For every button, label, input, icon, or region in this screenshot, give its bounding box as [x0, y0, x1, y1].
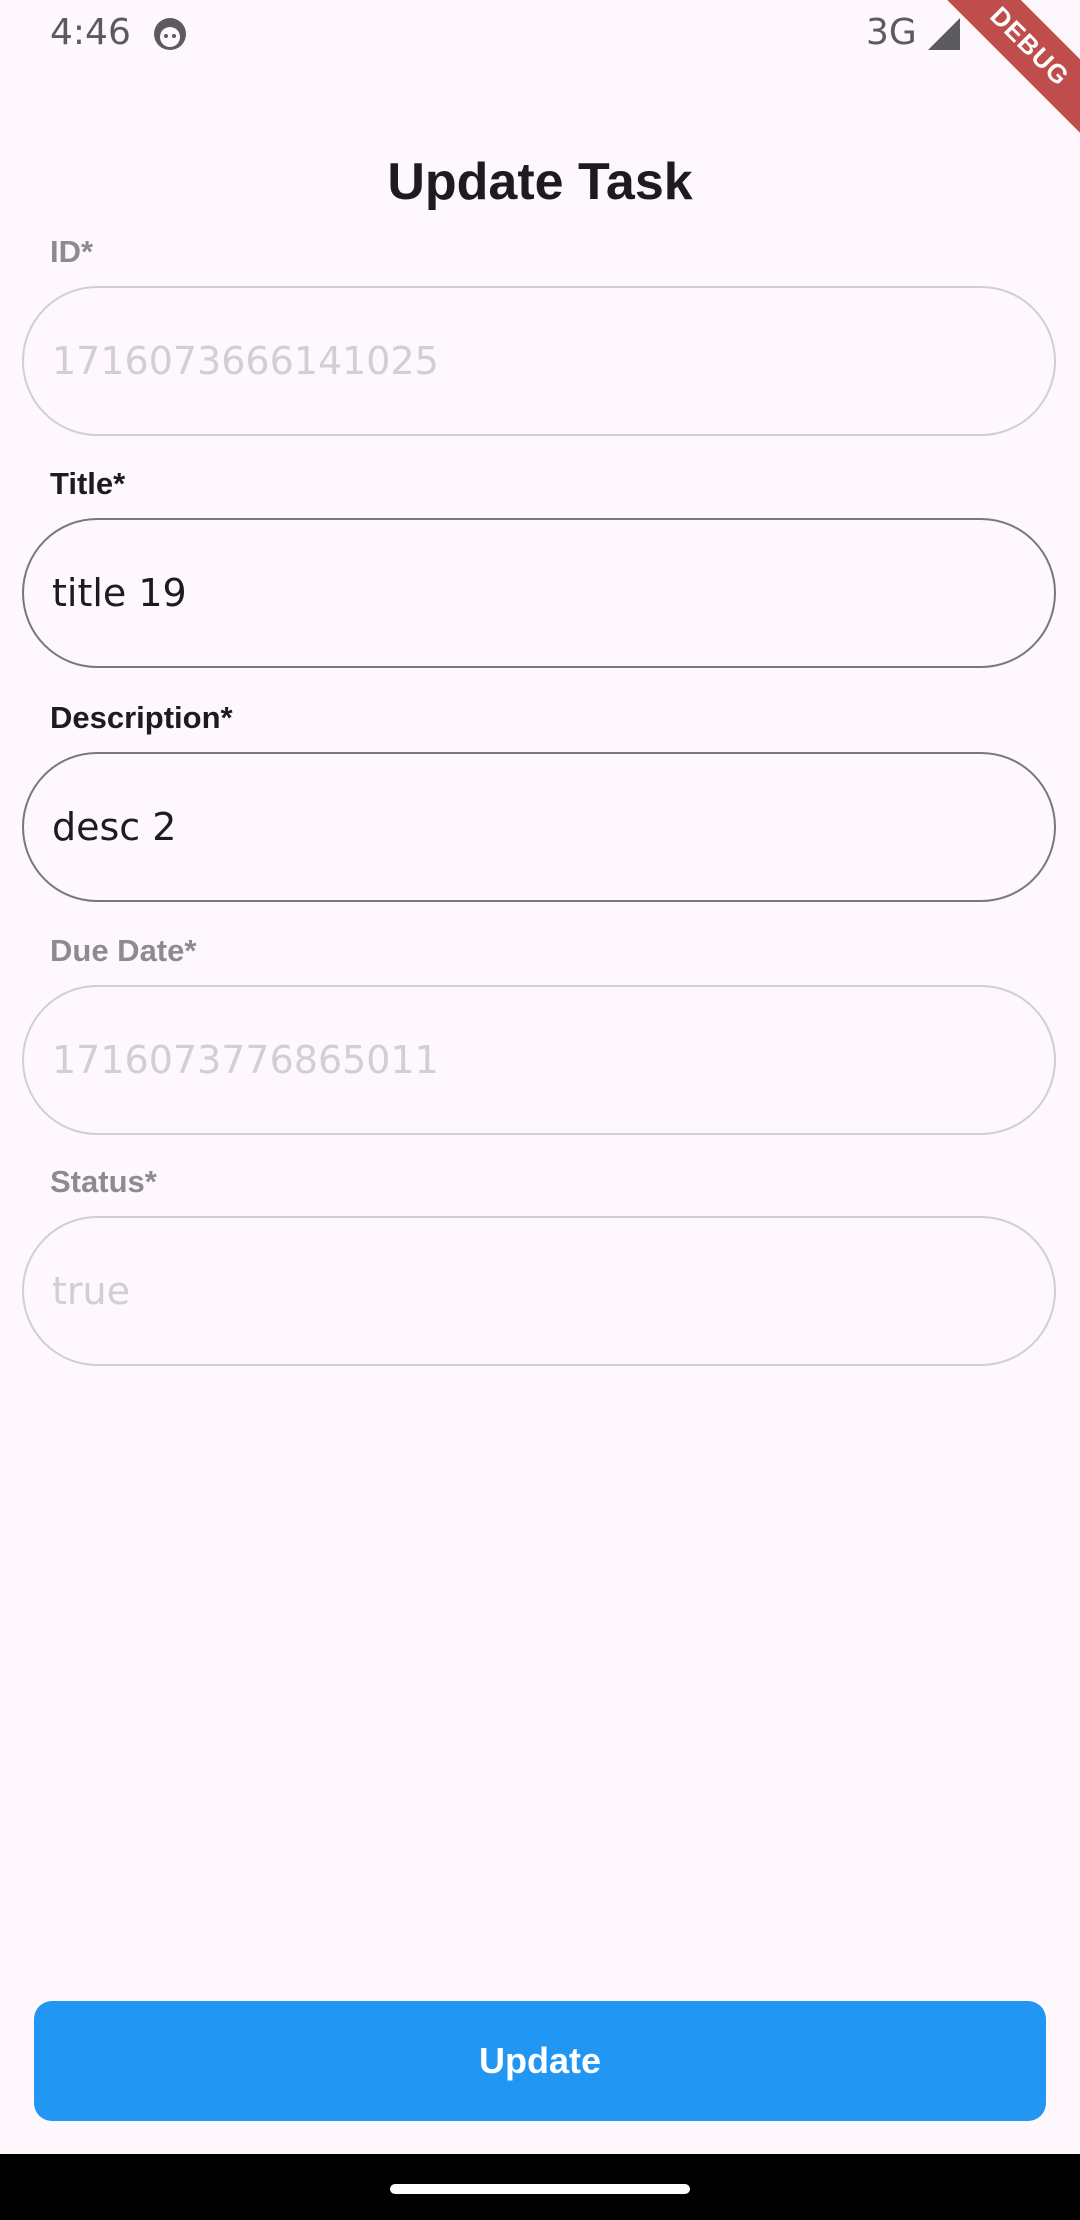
id-label: ID*: [50, 234, 94, 269]
id-field: 1716073666141025: [22, 286, 1056, 436]
due-date-field: 1716073776865011: [22, 985, 1056, 1135]
update-button[interactable]: Update: [34, 2001, 1046, 2121]
due-date-label: Due Date*: [50, 933, 197, 968]
title-label: Title*: [50, 466, 126, 501]
description-value: desc 2: [52, 805, 177, 849]
system-nav-bar: [0, 2154, 1080, 2220]
title-field[interactable]: title 19: [22, 518, 1056, 668]
due-date-value: 1716073776865011: [52, 1038, 439, 1082]
description-label: Description*: [50, 700, 233, 735]
home-indicator[interactable]: [390, 2184, 690, 2194]
title-value: title 19: [52, 571, 187, 615]
debug-ribbon: DEBUG: [910, 0, 1080, 170]
android-face-icon: [154, 18, 186, 50]
id-value: 1716073666141025: [52, 339, 439, 383]
status-label: Status*: [50, 1164, 157, 1199]
status-field: true: [22, 1216, 1056, 1366]
status-value: true: [52, 1269, 130, 1313]
page-title: Update Task: [387, 153, 693, 211]
debug-banner: DEBUG: [910, 0, 1080, 170]
description-field[interactable]: desc 2: [22, 752, 1056, 902]
status-time: 4:46: [50, 12, 131, 53]
